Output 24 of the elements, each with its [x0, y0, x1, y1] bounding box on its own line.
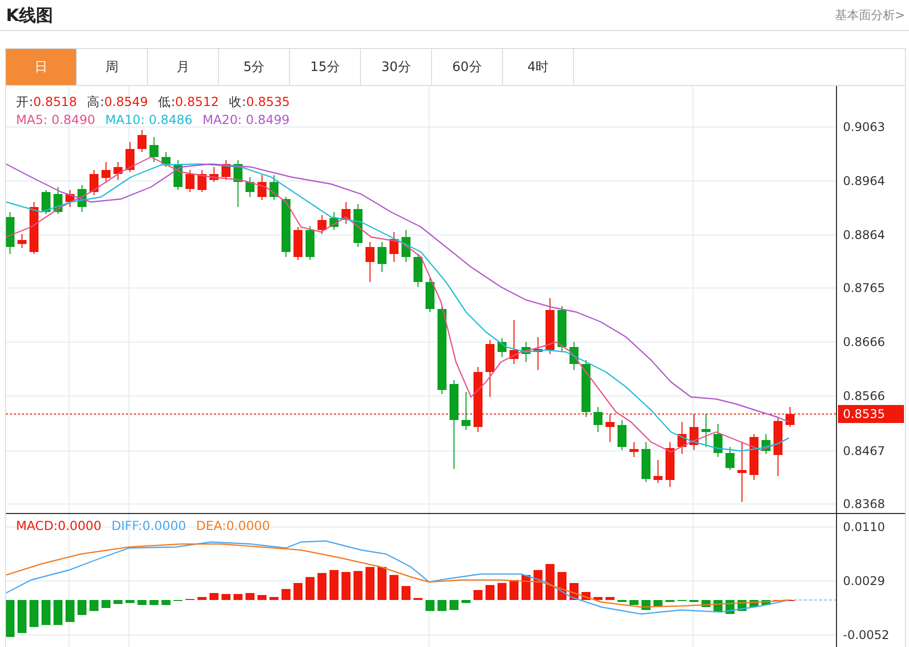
macd-tick-label: 0.0029 [843, 574, 885, 588]
price-tick-label: 0.9063 [843, 120, 885, 134]
macd-tick-label: -0.0052 [843, 628, 890, 642]
price-tick-label: 0.8467 [843, 444, 885, 458]
ohlc-reading: 开:0.8518 [16, 94, 77, 111]
price-tick-label: 0.8666 [843, 335, 885, 349]
chart-title: K线图 [6, 4, 54, 26]
fundamental-analysis-link[interactable]: 基本面分析> [834, 6, 905, 24]
ohlc-reading: 低:0.8512 [158, 94, 219, 111]
macd-reading: DIFF:0.0000 [111, 518, 186, 533]
moving-average-reading: MA5: 0.8490 [16, 112, 96, 127]
price-tick-label: 0.8964 [843, 174, 885, 188]
macd-tick-label: 0.0110 [843, 520, 885, 534]
macd-reading: DEA:0.0000 [196, 518, 270, 533]
moving-average-reading: MA10: 0.8486 [105, 112, 192, 127]
price-tick-label: 0.8368 [843, 497, 885, 511]
price-tick-label: 0.8864 [843, 228, 885, 242]
macd-reading: MACD:0.0000 [16, 518, 102, 533]
ohlc-reading: 高:0.8549 [86, 94, 148, 111]
price-tick-label: 0.8765 [843, 281, 885, 295]
price-tick-label: 0.8566 [843, 389, 885, 403]
current-price-tag: 0.8535 [838, 405, 904, 423]
ohlc-reading: 收:0.8535 [228, 94, 290, 111]
moving-average-reading: MA20: 0.8499 [202, 112, 290, 127]
